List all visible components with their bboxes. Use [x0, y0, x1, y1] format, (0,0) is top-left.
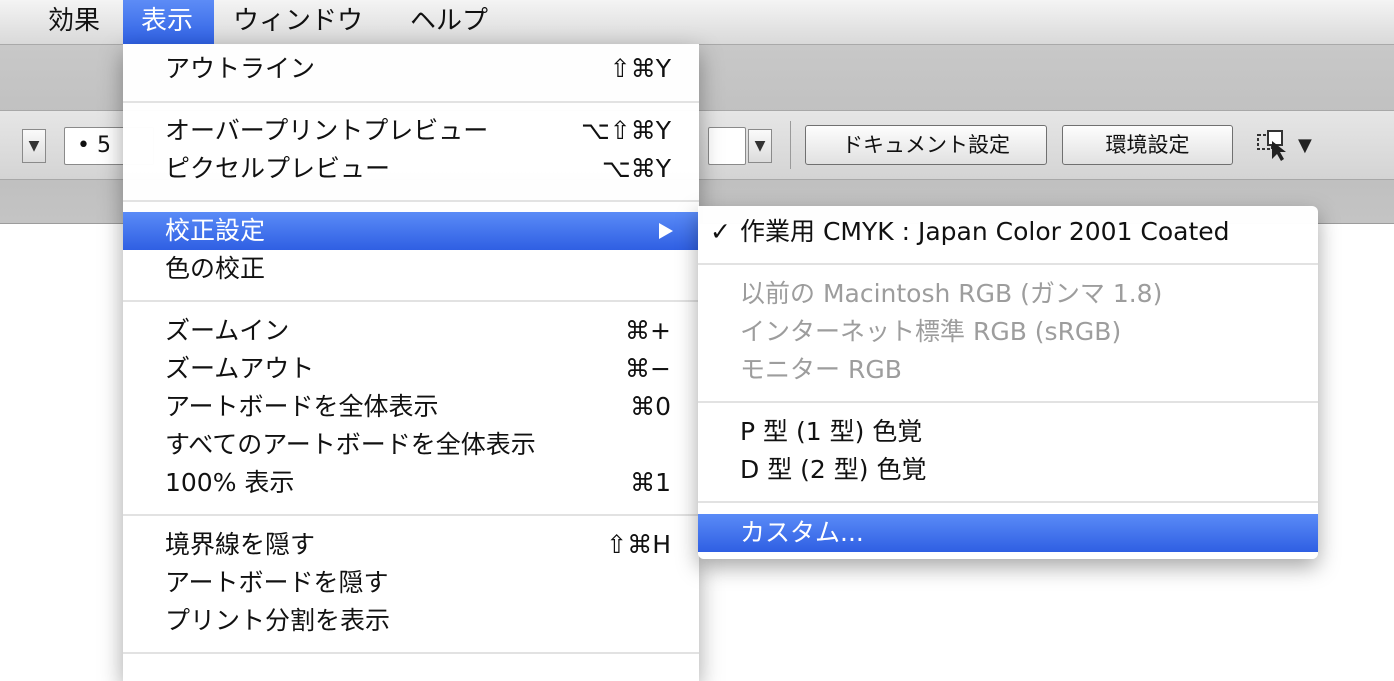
- shortcut-label: ⌘+: [625, 316, 671, 345]
- menu-item-label: すべてのアートボードを全体表示: [165, 430, 536, 459]
- menu-item-show-print-tiling[interactable]: プリント分割を表示: [123, 602, 699, 640]
- menu-separator: [123, 200, 699, 202]
- menu-item-hide-edges[interactable]: 境界線を隠す ⇧⌘H: [123, 526, 699, 564]
- menu-item-outline[interactable]: アウトライン ⇧⌘Y: [123, 50, 699, 88]
- menu-separator: [123, 101, 699, 103]
- color-swatch[interactable]: [708, 127, 746, 165]
- menu-item-label: ズームアウト: [165, 354, 315, 383]
- checkmark-icon: ✓: [710, 217, 731, 246]
- menu-separator: [698, 263, 1318, 265]
- menu-separator: [123, 514, 699, 516]
- menu-view[interactable]: 表示: [123, 0, 214, 44]
- shortcut-label: ⌥⌘Y: [601, 154, 671, 183]
- menu-item-label: インターネット標準 RGB (sRGB): [740, 317, 1122, 346]
- menu-item-label: 色の校正: [165, 254, 266, 283]
- shortcut-label: ⌘−: [625, 354, 671, 383]
- dropdown-arrow-icon[interactable]: ▼: [22, 129, 46, 163]
- shortcut-label: ⌘1: [630, 468, 671, 497]
- submenu-item-deuteranopia[interactable]: D 型 (2 型) 色覚: [698, 451, 1318, 489]
- preferences-button[interactable]: 環境設定: [1062, 125, 1233, 165]
- menu-item-zoom-out[interactable]: ズームアウト ⌘−: [123, 350, 699, 388]
- shortcut-label: ⇧⌘Y: [609, 54, 671, 83]
- view-menu: アウトライン ⇧⌘Y オーバープリントプレビュー ⌥⇧⌘Y ピクセルプレビュー …: [123, 44, 699, 681]
- menu-item-label: P 型 (1 型) 色覚: [740, 417, 923, 446]
- menu-separator: [698, 501, 1318, 503]
- submenu-item-monitor-rgb: モニター RGB: [698, 351, 1318, 389]
- menu-item-label: プリント分割を表示: [165, 606, 391, 635]
- shortcut-label: ⌥⇧⌘Y: [580, 116, 671, 145]
- menu-item-label: 以前の Macintosh RGB (ガンマ 1.8): [740, 279, 1163, 308]
- menu-bar: 効果 表示 ウィンドウ ヘルプ: [0, 0, 1394, 45]
- menu-separator: [123, 652, 699, 654]
- menu-item-label: D 型 (2 型) 色覚: [740, 455, 927, 484]
- menu-separator: [123, 300, 699, 302]
- menu-item-label: アウトライン: [165, 54, 316, 83]
- menu-item-label: 100% 表示: [165, 468, 295, 497]
- menu-item-label: ピクセルプレビュー: [165, 154, 391, 183]
- menu-item-fit-artboard[interactable]: アートボードを全体表示 ⌘0: [123, 388, 699, 426]
- menu-item-label: アートボードを全体表示: [165, 392, 439, 421]
- menu-window[interactable]: ウィンドウ: [215, 0, 381, 44]
- toolbar-divider: [790, 121, 791, 169]
- menu-item-hide-artboards[interactable]: アートボードを隠す: [123, 564, 699, 602]
- menu-item-actual-size[interactable]: 100% 表示 ⌘1: [123, 464, 699, 502]
- menu-item-label: アートボードを隠す: [165, 568, 389, 597]
- select-similar-arrow-icon[interactable]: ▼: [1298, 135, 1312, 156]
- shortcut-label: ⇧⌘H: [606, 530, 671, 559]
- menu-item-label: カスタム...: [740, 518, 864, 547]
- menu-item-zoom-in[interactable]: ズームイン ⌘+: [123, 312, 699, 350]
- submenu-arrow-icon: [659, 223, 673, 239]
- swatch-dropdown-arrow-icon[interactable]: ▼: [748, 129, 772, 163]
- shortcut-label: ⌘0: [630, 392, 671, 421]
- menu-item-overprint-preview[interactable]: オーバープリントプレビュー ⌥⇧⌘Y: [123, 112, 699, 150]
- menu-item-proof-colors[interactable]: 色の校正: [123, 250, 699, 288]
- menu-item-label: 校正設定: [165, 216, 266, 245]
- menu-item-label: ズームイン: [165, 316, 290, 345]
- select-similar-icon[interactable]: [1256, 129, 1292, 163]
- submenu-item-srgb: インターネット標準 RGB (sRGB): [698, 313, 1318, 351]
- menu-item-label: モニター RGB: [740, 355, 902, 384]
- menu-help[interactable]: ヘルプ: [392, 0, 506, 44]
- menu-item-proof-setup[interactable]: 校正設定: [123, 212, 699, 250]
- submenu-item-protanopia[interactable]: P 型 (1 型) 色覚: [698, 413, 1318, 451]
- document-setup-button[interactable]: ドキュメント設定: [805, 125, 1047, 165]
- menu-item-pixel-preview[interactable]: ピクセルプレビュー ⌥⌘Y: [123, 150, 699, 188]
- menu-item-fit-all-artboards[interactable]: すべてのアートボードを全体表示: [123, 426, 699, 464]
- menu-item-label: 作業用 CMYK : Japan Color 2001 Coated: [740, 217, 1230, 246]
- submenu-item-working-cmyk[interactable]: ✓ 作業用 CMYK : Japan Color 2001 Coated: [698, 213, 1318, 251]
- menu-item-label: 境界線を隠す: [165, 530, 316, 559]
- menu-effect[interactable]: 効果: [30, 0, 118, 44]
- submenu-item-legacy-mac-rgb: 以前の Macintosh RGB (ガンマ 1.8): [698, 275, 1318, 313]
- menu-separator: [698, 401, 1318, 403]
- menu-item-label: オーバープリントプレビュー: [165, 116, 489, 145]
- submenu-item-custom[interactable]: カスタム...: [698, 514, 1318, 552]
- proof-setup-submenu: ✓ 作業用 CMYK : Japan Color 2001 Coated 以前の…: [698, 206, 1318, 559]
